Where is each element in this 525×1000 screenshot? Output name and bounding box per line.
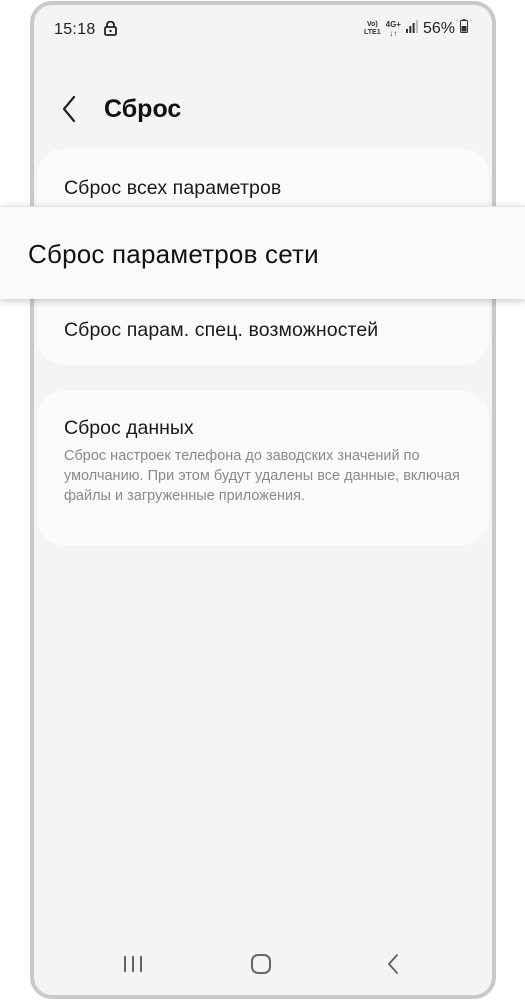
- factory-reset-card[interactable]: Сброс данных Сброс настроек телефона до …: [37, 391, 489, 545]
- home-button[interactable]: [246, 949, 276, 979]
- back-button[interactable]: [58, 93, 82, 125]
- recent-apps-button[interactable]: [118, 949, 148, 979]
- back-icon: [388, 954, 398, 974]
- network-type: 4G+ ↓↑: [385, 19, 401, 38]
- page-title: Сброс: [104, 95, 182, 123]
- signal-icon: [405, 19, 418, 38]
- factory-reset-description: Сброс настроек телефона до заводских зна…: [64, 448, 460, 504]
- battery-icon: [460, 19, 468, 38]
- reset-all-settings-item[interactable]: Сброс всех параметров: [64, 177, 281, 200]
- chevron-left-icon: [62, 95, 76, 123]
- navigation-bar: [34, 935, 492, 995]
- status-bar: 15:18 Vo) LTE1 4G+ ↓↑ 56%: [34, 5, 492, 55]
- status-icons: Vo) LTE1 4G+ ↓↑ 56%: [364, 19, 468, 38]
- status-time: 15:18: [54, 21, 96, 38]
- battery-percent: 56%: [422, 19, 455, 37]
- app-header: Сброс: [34, 85, 492, 135]
- factory-reset-title: Сброс данных: [64, 417, 194, 439]
- phone-screen: 15:18 Vo) LTE1 4G+ ↓↑ 56% Сброс Сброс вс…: [30, 1, 496, 999]
- volte-indicator: Vo) LTE1: [364, 20, 381, 36]
- reset-accessibility-item[interactable]: Сброс парам. спец. возможностей: [64, 319, 378, 342]
- reset-network-settings-label: Сброс параметров сети: [28, 239, 319, 269]
- home-icon: [251, 954, 271, 974]
- nav-back-button[interactable]: [379, 949, 409, 979]
- recent-apps-icon: [124, 956, 142, 972]
- lock-icon: [104, 20, 117, 41]
- reset-network-settings-item[interactable]: Сброс параметров сети: [0, 206, 525, 299]
